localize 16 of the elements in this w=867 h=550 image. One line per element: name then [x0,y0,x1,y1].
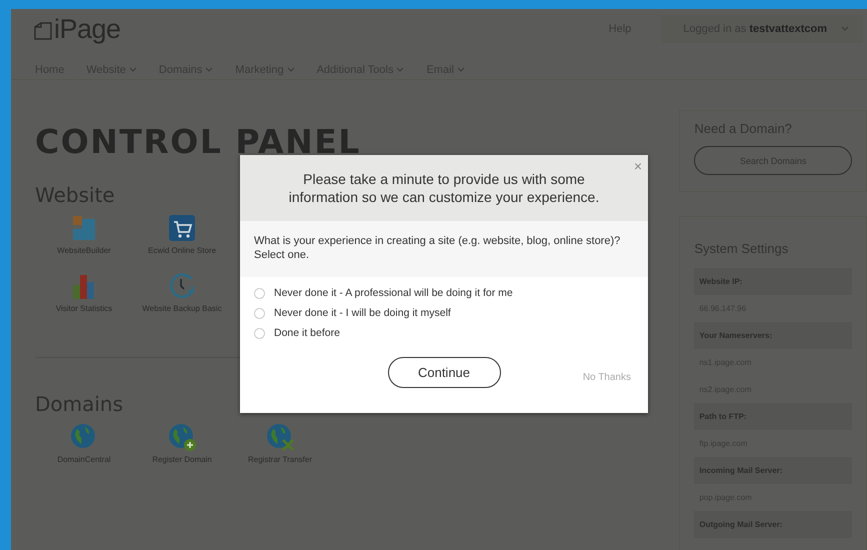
logo-icon [33,20,53,40]
option-label[interactable]: Never done it - A professional will be doing it for me [274,287,513,299]
question-text: What is your experience in creating a site (e.g. website, blog, online store)? Select one. [240,221,648,277]
no-thanks-link[interactable]: No Thanks [582,372,631,383]
globe-plus-icon [167,422,197,452]
radio-button[interactable] [254,328,265,338]
globe-arrows-icon [265,422,295,452]
close-button[interactable]: × [634,158,642,174]
continue-button[interactable]: Continue [388,357,500,388]
option-label[interactable]: Never done it - I will be doing it myself [274,307,451,319]
radio-button[interactable] [254,288,265,298]
clock-icon [167,271,197,301]
option-label[interactable]: Done it before [274,327,340,339]
cart-icon [167,213,197,243]
radio-button[interactable] [254,308,265,318]
chevron-down-icon [841,26,849,32]
